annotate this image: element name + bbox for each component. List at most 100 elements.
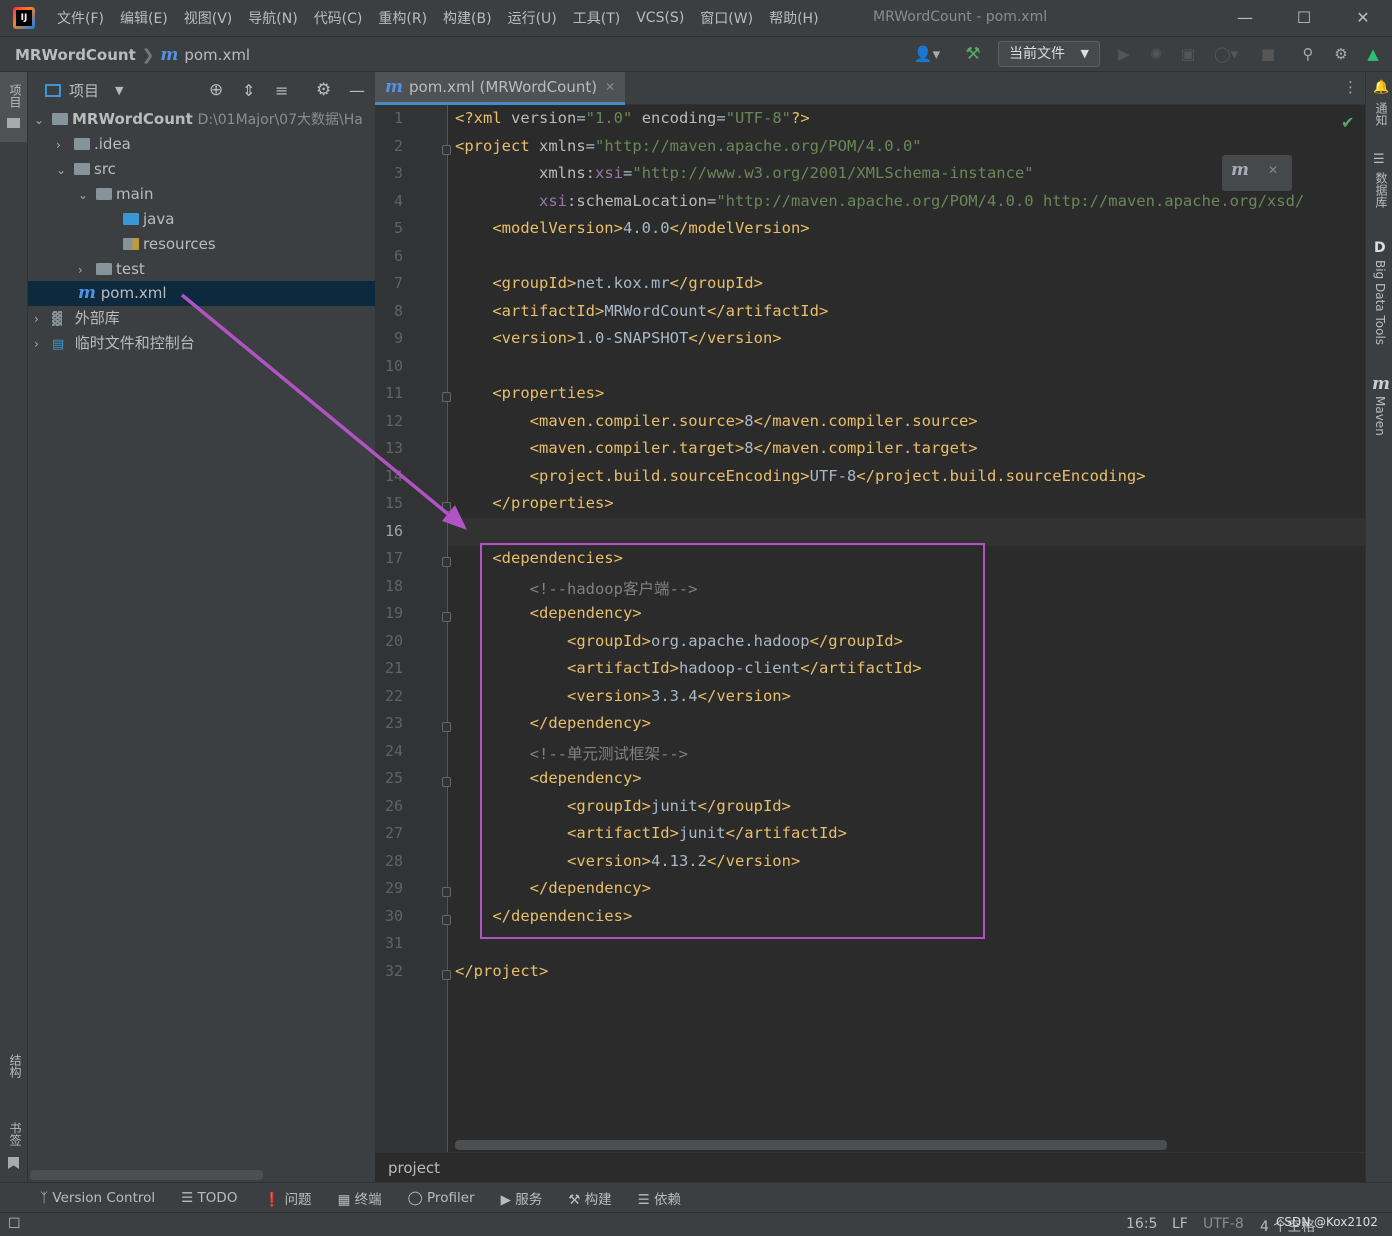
code-line[interactable]: <project xmlns="http://maven.apache.org/…	[455, 137, 922, 155]
tree-item-java[interactable]: java	[123, 207, 174, 232]
close-tab-icon[interactable]: ✕	[605, 80, 615, 94]
bigdata-tools-tab[interactable]: Big Data Tools	[1373, 260, 1387, 345]
inspection-ok-icon[interactable]: ✔	[1341, 113, 1354, 132]
problems-tab[interactable]: ❗ 问题	[263, 1188, 311, 1208]
fold-marker-icon[interactable]	[442, 777, 451, 787]
profile-icon[interactable]: ◯▾	[1207, 43, 1245, 65]
caret-position[interactable]: 16:5	[1126, 1216, 1157, 1232]
more-options-icon[interactable]: ⋮	[1343, 78, 1358, 96]
collapse-all-icon[interactable]: ≡	[275, 81, 288, 100]
menu-help[interactable]: 帮助(H)	[761, 8, 826, 28]
expand-all-icon[interactable]: ⇕	[242, 81, 255, 100]
panel-settings-icon[interactable]: ⚙	[316, 80, 331, 100]
fold-marker-icon[interactable]	[442, 914, 451, 925]
menu-file[interactable]: 文件(F)	[49, 8, 112, 28]
build-hammer-icon[interactable]: ⚒	[962, 43, 984, 65]
menu-build[interactable]: 构建(B)	[435, 8, 500, 28]
fold-marker-icon[interactable]	[442, 887, 451, 897]
close-popup-icon[interactable]: ✕	[1268, 163, 1278, 177]
todo-tab[interactable]: ☰ TODO	[181, 1190, 237, 1206]
code-line[interactable]: <maven.compiler.target>8</maven.compiler…	[455, 439, 978, 457]
coverage-icon[interactable]: ▣	[1177, 43, 1199, 65]
code-editor[interactable]: 1 2 3 4 5 6 7 8 9 10 11 12 13 14 15 16 17 18 19 20 21 22 23 24 2…	[375, 105, 1365, 1152]
menu-navigate[interactable]: 导航(N)	[240, 8, 305, 28]
code-line[interactable]: xmlns:xsi="http://www.w3.org/2001/XMLSch…	[455, 164, 1034, 182]
layout-toggle-icon[interactable]: ☐	[8, 1216, 21, 1232]
version-control-tab[interactable]: ᛉ Version Control	[40, 1190, 155, 1206]
run-config-select[interactable]: 当前文件 ▼	[998, 41, 1100, 67]
menu-tools[interactable]: 工具(T)	[565, 8, 628, 28]
fold-marker-icon[interactable]	[442, 969, 451, 980]
horizontal-scrollbar[interactable]	[30, 1170, 263, 1180]
chevron-down-icon[interactable]: ▼	[115, 84, 123, 97]
menu-view[interactable]: 视图(V)	[176, 8, 241, 28]
tree-item-pom[interactable]: m pom.xml	[28, 281, 375, 306]
tree-item-resources[interactable]: resources	[123, 232, 216, 257]
tree-item-idea[interactable]: › .idea	[56, 132, 131, 157]
fold-marker-icon[interactable]	[442, 612, 451, 622]
bookmarks-tool-tab[interactable]: 书签	[7, 1122, 24, 1146]
tree-item-scratches[interactable]: › ▤ 临时文件和控制台	[34, 331, 195, 356]
line-number: 17	[384, 549, 403, 567]
breadcrumb-project[interactable]: MRWordCount	[15, 46, 136, 64]
code-line[interactable]: xsi:schemaLocation="http://maven.apache.…	[455, 192, 1304, 210]
line-separator[interactable]: LF	[1172, 1216, 1188, 1232]
file-encoding[interactable]: UTF-8	[1203, 1216, 1244, 1232]
project-panel-title[interactable]: 项目	[69, 80, 99, 101]
hide-panel-icon[interactable]: —	[349, 81, 365, 100]
maven-reload-icon[interactable]: m	[1231, 160, 1249, 180]
structure-tool-tab[interactable]: 结构	[7, 1054, 24, 1078]
services-tab[interactable]: ▶ 服务	[501, 1188, 543, 1208]
code-line[interactable]: <maven.compiler.source>8</maven.compiler…	[455, 412, 978, 430]
code-line[interactable]: <version>1.0-SNAPSHOT</version>	[455, 329, 781, 347]
tab-pom-xml[interactable]: m pom.xml (MRWordCount) ✕	[375, 72, 626, 105]
code-line[interactable]: <project.build.sourceEncoding>UTF-8</pro…	[455, 467, 1146, 485]
debug-icon[interactable]: ✺	[1145, 43, 1167, 65]
jetbrains-toolbox-icon[interactable]: ▲	[1362, 43, 1384, 65]
stop-icon[interactable]: ■	[1257, 43, 1279, 65]
menu-refactor[interactable]: 重构(R)	[370, 8, 435, 28]
settings-gear-icon[interactable]: ⚙	[1330, 43, 1352, 65]
code-line[interactable]: </properties>	[455, 494, 613, 512]
tree-item-external-libraries[interactable]: › ▓ 外部库	[34, 306, 120, 331]
fold-marker-icon[interactable]	[442, 392, 451, 402]
user-icon[interactable]: 👤▾	[910, 43, 944, 65]
minimize-icon[interactable]: —	[1233, 6, 1257, 30]
locate-icon[interactable]: ⊕	[209, 80, 223, 100]
search-icon[interactable]: ⚲	[1297, 43, 1319, 65]
tree-item-project-root[interactable]: ⌄ MRWordCount D:\01Major\07大数据\Ha	[34, 107, 375, 132]
menu-vcs[interactable]: VCS(S)	[628, 10, 692, 26]
fold-marker-icon[interactable]	[442, 502, 451, 512]
close-icon[interactable]: ✕	[1351, 6, 1375, 30]
code-line[interactable]: <modelVersion>4.0.0</modelVersion>	[455, 219, 809, 237]
profiler-tab[interactable]: ◯ Profiler	[408, 1190, 475, 1206]
fold-marker-icon[interactable]	[442, 722, 451, 732]
tree-item-test[interactable]: › test	[78, 257, 145, 282]
menu-edit[interactable]: 编辑(E)	[112, 8, 176, 28]
breadcrumb-file[interactable]: pom.xml	[184, 46, 250, 64]
notifications-tab[interactable]: 通知	[1373, 102, 1390, 126]
code-line[interactable]: <groupId>net.kox.mr</groupId>	[455, 274, 763, 292]
fold-marker-icon[interactable]	[442, 144, 451, 155]
editor-horizontal-scrollbar[interactable]	[455, 1140, 1167, 1150]
menu-run[interactable]: 运行(U)	[500, 8, 565, 28]
code-line[interactable]: <properties>	[455, 384, 604, 402]
tree-item-main[interactable]: ⌄ main	[78, 182, 153, 207]
project-panel-header: 项目 ▼ ⊕ ⇕ ≡ ⚙ —	[28, 72, 375, 108]
project-tool-tab[interactable]: 项目	[7, 84, 24, 108]
maven-tab[interactable]: Maven	[1373, 396, 1387, 436]
tree-item-src[interactable]: ⌄ src	[56, 157, 116, 182]
code-line[interactable]: <?xml version="1.0" encoding="UTF-8"?>	[455, 109, 810, 127]
run-icon[interactable]: ▶	[1113, 43, 1135, 65]
database-tab[interactable]: 数据库	[1373, 172, 1390, 208]
code-line[interactable]: </project>	[455, 962, 548, 980]
dependencies-tab[interactable]: ☰ 依赖	[638, 1188, 681, 1208]
menu-code[interactable]: 代码(C)	[306, 8, 371, 28]
terminal-tab[interactable]: ▦ 终端	[338, 1188, 382, 1208]
fold-marker-icon[interactable]	[442, 557, 451, 567]
code-line[interactable]: <artifactId>MRWordCount</artifactId>	[455, 302, 828, 320]
maximize-icon[interactable]: ☐	[1292, 6, 1316, 30]
menu-window[interactable]: 窗口(W)	[692, 8, 761, 28]
editor-breadcrumb[interactable]: project	[375, 1152, 1365, 1182]
build-tab[interactable]: ⚒ 构建	[568, 1188, 611, 1208]
